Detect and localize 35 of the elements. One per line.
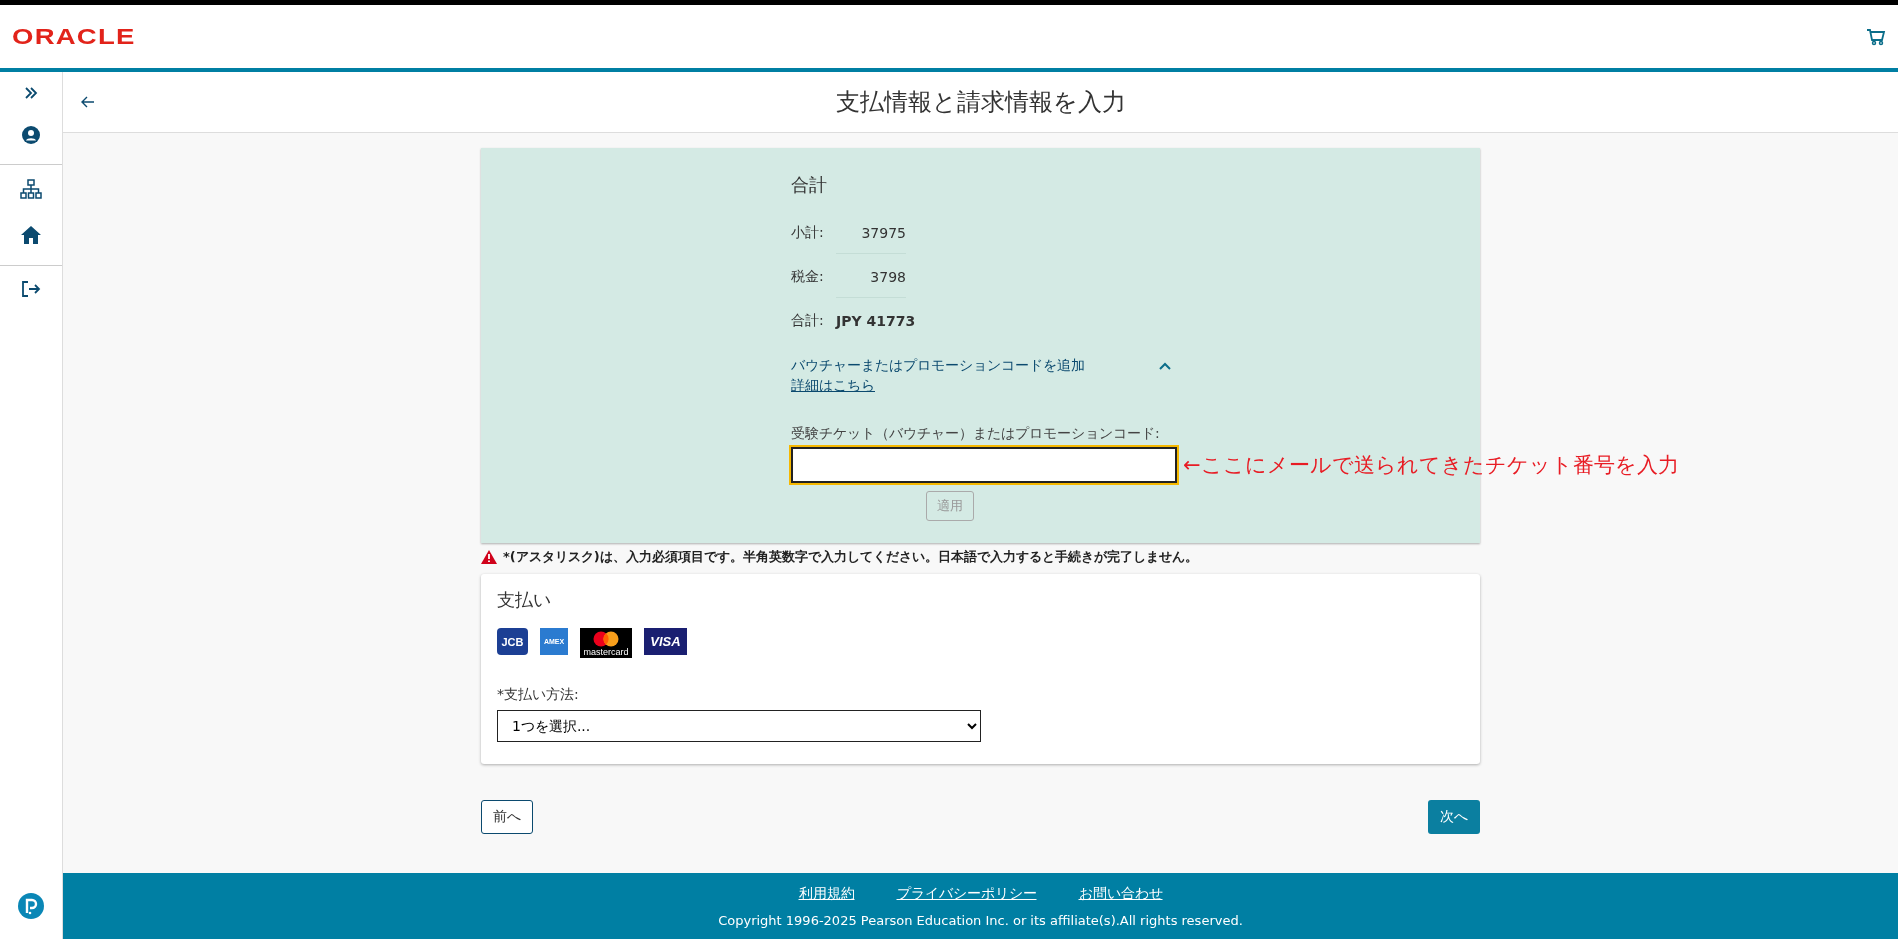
next-button[interactable]: 次へ — [1428, 800, 1480, 834]
footer-link[interactable]: お問い合わせ — [1078, 884, 1163, 903]
summary-label: 税金: — [791, 268, 825, 286]
summary-label: 合計: — [791, 312, 825, 330]
page-title: 支払情報と請求情報を入力 — [835, 87, 1126, 118]
voucher-toggle[interactable]: バウチャーまたはプロモーションコードを追加 — [791, 357, 1085, 375]
caret-up-icon[interactable] — [1159, 362, 1171, 370]
summary-value: JPY 41773 — [836, 312, 916, 331]
annotation-text: ←ここにメールで送られてきたチケット番号を入力 — [1183, 452, 1679, 479]
copyright-text: Copyright 1996-2025 Pearson Education Inc. or its affiliate(s).All rights reserved. — [718, 912, 1243, 928]
mastercard-logo: mastercard — [580, 628, 632, 658]
jcb-logo: JCB — [497, 628, 528, 655]
oracle-logo: ORACLE — [12, 23, 136, 50]
payment-method-select[interactable]: 1つを選択... — [497, 710, 981, 742]
summary-value: 37975 — [836, 212, 906, 254]
previous-button[interactable]: 前へ — [481, 800, 533, 834]
user-icon[interactable] — [22, 126, 40, 144]
payment-heading: 支払い — [497, 588, 552, 612]
home-icon[interactable] — [20, 225, 42, 245]
warning-text: *(アスタリスク)は、入力必須項目です。半角英数字で入力してください。日本語で入力すると手続きが完了しません。 — [503, 548, 1198, 566]
summary-label: 小計: — [791, 224, 825, 242]
logout-icon[interactable] — [21, 280, 41, 298]
summary-value: 3798 — [836, 256, 906, 298]
voucher-input-field[interactable] — [791, 447, 1177, 483]
expand-chevrons-icon[interactable] — [24, 86, 38, 100]
sitemap-icon[interactable] — [20, 179, 42, 199]
voucher-field-label: 受験チケット（バウチャー）またはプロモーションコード: — [791, 425, 1161, 443]
visa-logo: VISA — [644, 628, 687, 655]
payment-method-label: *支払い方法: — [497, 686, 580, 704]
details-link[interactable]: 詳細はこちら — [791, 377, 875, 393]
footer-link[interactable]: 利用規約 — [798, 884, 855, 903]
warning-icon — [481, 550, 497, 564]
summary-heading: 合計 — [791, 173, 828, 197]
pearson-logo — [18, 893, 44, 919]
footer-link[interactable]: プライバシーポリシー — [896, 884, 1037, 903]
